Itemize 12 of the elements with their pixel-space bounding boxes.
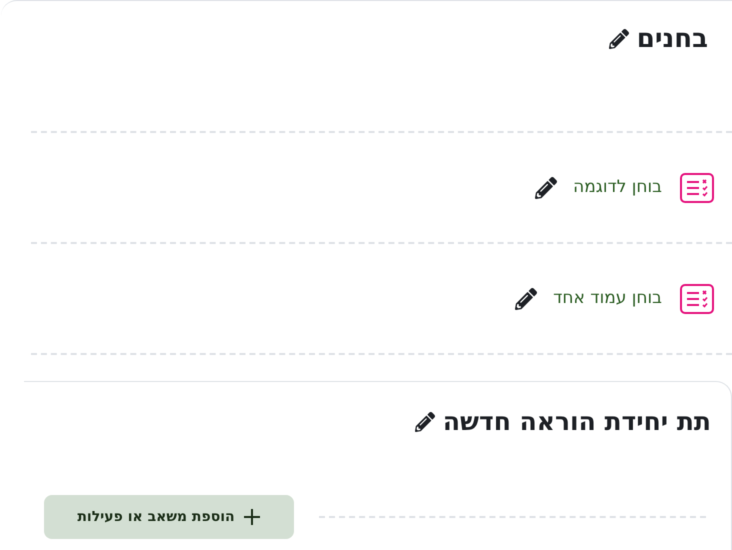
section-title: בחנים [636,23,708,55]
edit-icon[interactable] [535,176,558,198]
activity-link[interactable]: בוחן עמוד אחד [553,286,662,312]
subsection-title: תת יחידת הוראה חדשה [442,406,711,438]
edit-icon[interactable] [608,29,629,49]
edit-icon[interactable] [414,412,435,432]
activity-link[interactable]: בוחן לדוגמה [573,174,662,200]
add-activity-button[interactable]: הוספת משאב או פעילות [44,495,294,539]
edit-icon[interactable] [515,288,538,310]
quiz-checklist-icon [680,172,714,202]
plus-icon [242,508,261,526]
quiz-checklist-icon [680,284,714,314]
